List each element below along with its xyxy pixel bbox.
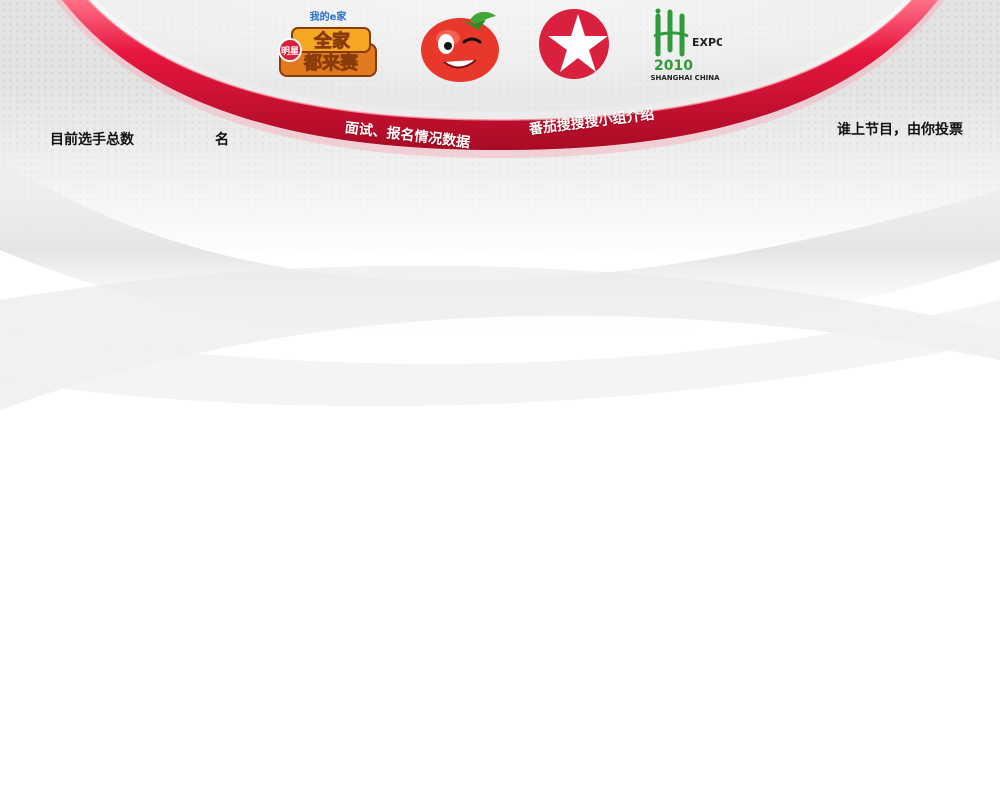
family-show-badge-text: 明星 [281,46,299,57]
family-show-logo: 我的e家 明星 全家 都来赛 [278,10,377,77]
expo-name-text: EXPO [692,36,722,49]
family-show-top-text: 我的e家 [310,10,348,23]
expo-year-text: 2010 [654,58,693,74]
expo-city-text: SHANGHAI CHINA [650,74,720,82]
total-contestants-unit: 名 [215,132,229,148]
family-show-title-line1: 全家 [313,30,351,52]
total-contestants-label: 目前选手总数 [50,132,134,148]
tomato-mascot-logo [421,11,499,82]
family-show-title-line2: 都来赛 [303,52,359,74]
star-tv-logo [539,9,609,79]
expo-2010-logo: 2010 EXPO SHANGHAI CHINA [650,8,722,82]
vote-link[interactable]: 谁上节目，由你投票 [837,119,963,139]
